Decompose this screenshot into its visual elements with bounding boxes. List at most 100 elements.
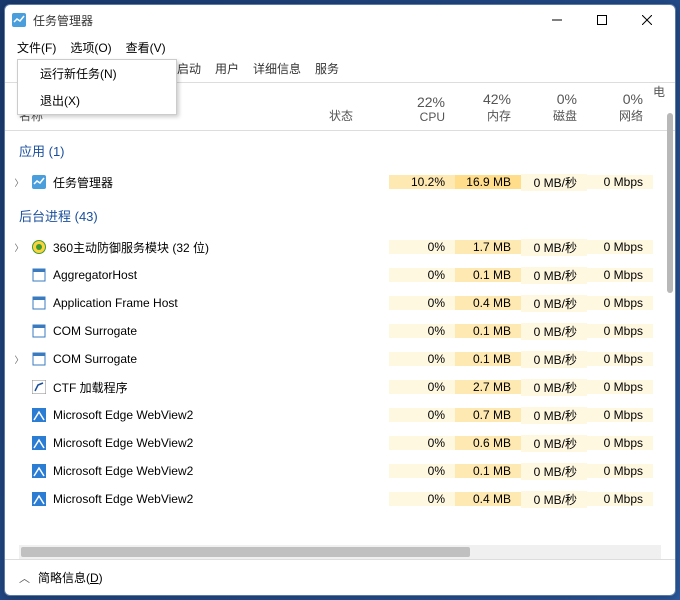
net-cell: 0 Mbps	[587, 464, 653, 478]
disk-cell: 0 MB/秒	[521, 174, 587, 191]
disk-cell: 0 MB/秒	[521, 463, 587, 480]
process-name: COM Surrogate	[53, 324, 137, 338]
process-icon	[31, 491, 47, 507]
disk-cell: 0 MB/秒	[521, 267, 587, 284]
fewer-details-link[interactable]: 简略信息(D)	[38, 569, 103, 586]
process-row[interactable]: 〉Microsoft Edge WebView20%0.7 MB0 MB/秒0 …	[5, 401, 675, 429]
footer: ︿ 简略信息(D)	[5, 559, 675, 595]
tab-users[interactable]: 用户	[215, 60, 239, 77]
net-cell: 0 Mbps	[587, 380, 653, 394]
mem-cell: 0.6 MB	[455, 436, 521, 450]
cpu-cell: 0%	[389, 436, 455, 450]
process-row[interactable]: 〉AggregatorHost0%0.1 MB0 MB/秒0 Mbps	[5, 261, 675, 289]
expand-chevron-icon[interactable]: 〉	[13, 176, 25, 189]
net-total: 0%	[587, 91, 643, 107]
dropdown-exit[interactable]: 退出(X)	[18, 87, 176, 114]
process-row[interactable]: 〉CTF 加载程序0%2.7 MB0 MB/秒0 Mbps	[5, 373, 675, 401]
disk-cell: 0 MB/秒	[521, 351, 587, 368]
net-cell: 0 Mbps	[587, 408, 653, 422]
disk-cell: 0 MB/秒	[521, 239, 587, 256]
cpu-total: 22%	[389, 94, 445, 110]
process-name: 任务管理器	[53, 174, 113, 191]
tab-details[interactable]: 详细信息	[253, 60, 301, 77]
dropdown-run-new-task[interactable]: 运行新任务(N)	[18, 60, 176, 87]
cpu-cell: 0%	[389, 408, 455, 422]
process-row[interactable]: 〉COM Surrogate0%0.1 MB0 MB/秒0 Mbps	[5, 345, 675, 373]
expand-chevron-icon[interactable]: 〉	[13, 353, 25, 366]
mem-total: 42%	[455, 91, 511, 107]
minimize-button[interactable]	[534, 6, 579, 34]
horizontal-scrollbar[interactable]	[19, 545, 661, 559]
net-cell: 0 Mbps	[587, 324, 653, 338]
mem-cell: 0.1 MB	[455, 268, 521, 282]
close-button[interactable]	[624, 6, 669, 34]
horizontal-scroll-thumb[interactable]	[21, 547, 470, 557]
process-row[interactable]: 〉COM Surrogate0%0.1 MB0 MB/秒0 Mbps	[5, 317, 675, 345]
cpu-cell: 10.2%	[389, 175, 455, 189]
process-name: Microsoft Edge WebView2	[53, 492, 193, 506]
net-cell: 0 Mbps	[587, 240, 653, 254]
disk-cell: 0 MB/秒	[521, 295, 587, 312]
cpu-cell: 0%	[389, 464, 455, 478]
mem-cell: 0.4 MB	[455, 296, 521, 310]
disk-total: 0%	[521, 91, 577, 107]
cpu-cell: 0%	[389, 324, 455, 338]
menu-view[interactable]: 查看(V)	[126, 39, 166, 56]
mem-cell: 2.7 MB	[455, 380, 521, 394]
mem-cell: 1.7 MB	[455, 240, 521, 254]
process-name: Application Frame Host	[53, 296, 178, 310]
group-background[interactable]: 后台进程 (43)	[5, 196, 675, 233]
col-cpu[interactable]: 22% CPU	[389, 83, 455, 130]
titlebar[interactable]: 任务管理器	[5, 5, 675, 35]
mem-cell: 0.1 MB	[455, 324, 521, 338]
process-icon	[31, 267, 47, 283]
cpu-cell: 0%	[389, 380, 455, 394]
tab-startup[interactable]: 启动	[177, 60, 201, 77]
process-row[interactable]: 〉Microsoft Edge WebView20%0.1 MB0 MB/秒0 …	[5, 457, 675, 485]
mem-cell: 16.9 MB	[455, 175, 521, 189]
mem-cell: 0.4 MB	[455, 492, 521, 506]
process-name: COM Surrogate	[53, 352, 137, 366]
disk-cell: 0 MB/秒	[521, 435, 587, 452]
cpu-label: CPU	[389, 110, 445, 124]
process-name: 360主动防御服务模块 (32 位)	[53, 239, 209, 256]
app-icon	[11, 12, 27, 28]
process-name: Microsoft Edge WebView2	[53, 436, 193, 450]
group-apps[interactable]: 应用 (1)	[5, 131, 675, 168]
task-manager-window: 任务管理器 文件(F) 选项(O) 查看(V) 运行新任务(N) 退出(X) 启…	[4, 4, 676, 596]
menu-file[interactable]: 文件(F)	[17, 39, 56, 56]
disk-cell: 0 MB/秒	[521, 491, 587, 508]
col-network[interactable]: 0% 网络	[587, 83, 653, 130]
net-cell: 0 Mbps	[587, 175, 653, 189]
process-icon	[31, 174, 47, 190]
process-row[interactable]: 〉Application Frame Host0%0.4 MB0 MB/秒0 M…	[5, 289, 675, 317]
process-name: Microsoft Edge WebView2	[53, 408, 193, 422]
col-status[interactable]: 状态	[329, 83, 389, 130]
process-row[interactable]: 〉 任务管理器 10.2%16.9 MB0 MB/秒0 Mbps	[5, 168, 675, 196]
process-row[interactable]: 〉Microsoft Edge WebView20%0.4 MB0 MB/秒0 …	[5, 485, 675, 513]
process-row[interactable]: 〉Microsoft Edge WebView20%0.6 MB0 MB/秒0 …	[5, 429, 675, 457]
tab-services[interactable]: 服务	[315, 60, 339, 77]
col-disk[interactable]: 0% 磁盘	[521, 83, 587, 130]
expand-chevron-icon[interactable]: 〉	[13, 241, 25, 254]
cpu-cell: 0%	[389, 240, 455, 254]
mem-cell: 0.1 MB	[455, 352, 521, 366]
net-cell: 0 Mbps	[587, 268, 653, 282]
chevron-up-icon[interactable]: ︿	[19, 570, 30, 586]
process-icon	[31, 323, 47, 339]
file-dropdown: 运行新任务(N) 退出(X)	[17, 59, 177, 115]
window-title: 任务管理器	[33, 12, 534, 29]
cpu-cell: 0%	[389, 296, 455, 310]
col-memory[interactable]: 42% 内存	[455, 83, 521, 130]
maximize-button[interactable]	[579, 6, 624, 34]
net-cell: 0 Mbps	[587, 352, 653, 366]
disk-label: 磁盘	[521, 107, 577, 124]
process-icon	[31, 463, 47, 479]
process-icon	[31, 379, 47, 395]
cpu-cell: 0%	[389, 268, 455, 282]
process-row[interactable]: 〉 360主动防御服务模块 (32 位) 0%1.7 MB0 MB/秒0 Mbps	[5, 233, 675, 261]
menu-options[interactable]: 选项(O)	[70, 39, 111, 56]
process-icon	[31, 239, 47, 255]
process-icon	[31, 435, 47, 451]
net-label: 网络	[587, 107, 643, 124]
